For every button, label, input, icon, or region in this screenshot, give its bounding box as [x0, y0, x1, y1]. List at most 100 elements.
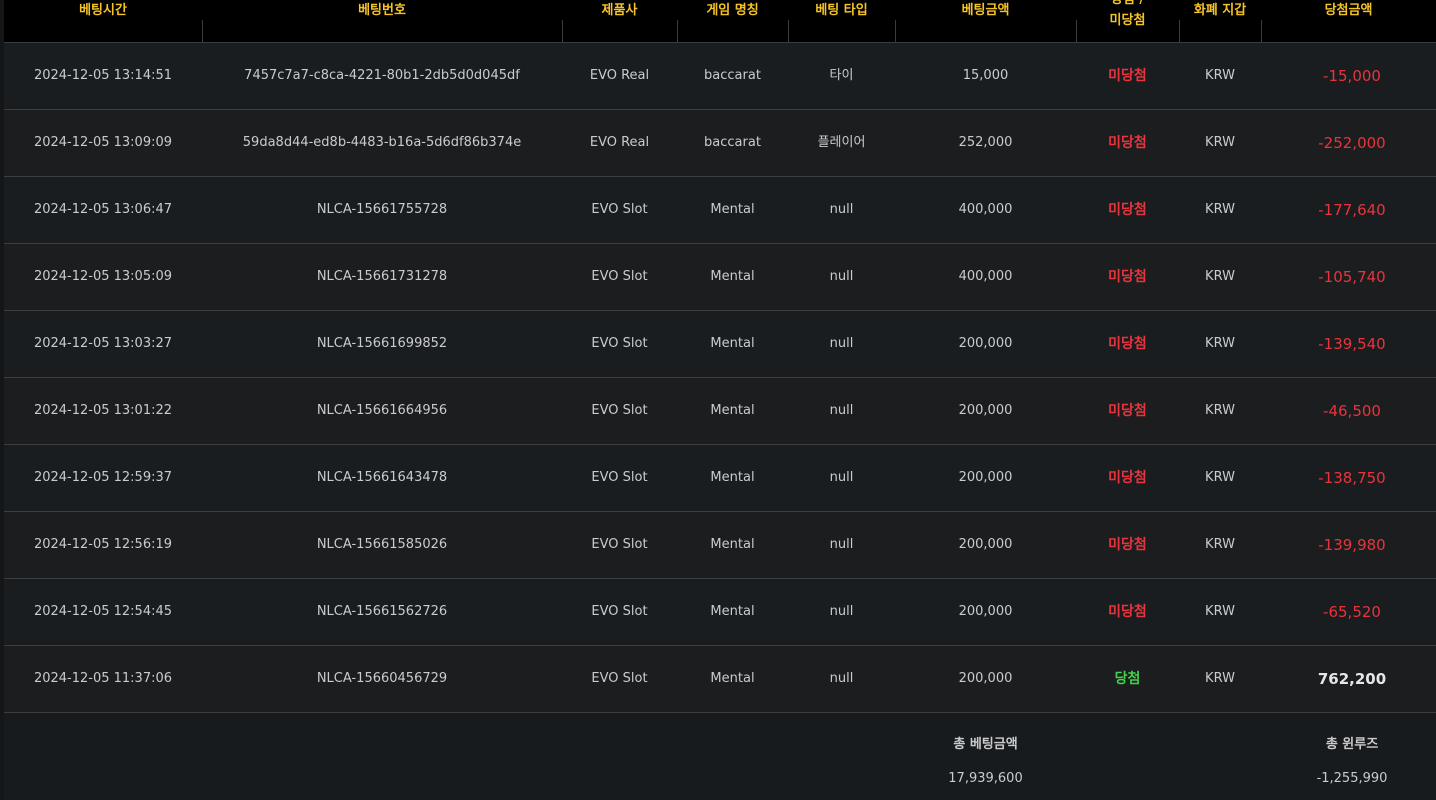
header-provider[interactable]: 제품사: [562, 0, 677, 42]
table-row[interactable]: 2024-12-05 13:03:27 NLCA-15661699852 EVO S…: [4, 311, 1436, 378]
bet-time-cell: 2024-12-05 13:09:09: [33, 135, 173, 150]
header-wallet[interactable]: 화폐 지갑: [1179, 0, 1261, 42]
header-divider: [677, 20, 678, 42]
table-row[interactable]: 2024-12-05 13:14:51 7457c7a7-c8ca-4221-80…: [4, 43, 1436, 110]
bet-number-cell: NLCA-15661643478: [316, 470, 448, 485]
provider-cell: EVO Slot: [591, 537, 648, 552]
result-cell: 미당첨: [1108, 470, 1147, 486]
bet-amount-cell: 200,000: [958, 671, 1013, 686]
bet-time-cell: 2024-12-05 13:05:09: [33, 269, 173, 284]
table-row[interactable]: 2024-12-05 13:05:09 NLCA-15661731278 EVO S…: [4, 244, 1436, 311]
bet-type-cell: null: [829, 269, 854, 284]
game-name-cell: Mental: [710, 604, 755, 619]
table-row[interactable]: 2024-12-05 12:56:19 NLCA-15661585026 EVO S…: [4, 512, 1436, 579]
header-divider: [895, 20, 896, 42]
wallet-cell: KRW: [1205, 202, 1235, 217]
table-row[interactable]: 2024-12-05 13:01:22 NLCA-15661664956 EVO S…: [4, 378, 1436, 445]
wallet-cell: KRW: [1205, 135, 1235, 150]
header-win-amount-label: 당첨금액: [1324, 3, 1373, 18]
win-amount-cell: -139,980: [1318, 536, 1386, 554]
bet-amount-cell: 200,000: [958, 336, 1013, 351]
bet-number-cell: NLCA-15661664956: [316, 403, 448, 418]
bet-amount-cell: 400,000: [958, 269, 1013, 284]
header-bet-number[interactable]: 베팅번호: [202, 0, 562, 42]
bet-amount-cell: 200,000: [958, 537, 1013, 552]
table-header: 베팅시간 베팅번호 제품사 게임 명칭 베팅 타입 베팅금액 당첨 / 미당첨 …: [4, 0, 1436, 43]
win-amount-cell: -105,740: [1318, 268, 1386, 286]
header-bet-time-label: 베팅시간: [79, 3, 127, 18]
header-provider-label: 제품사: [601, 3, 638, 18]
total-winloss-value: -1,255,990: [1316, 771, 1388, 786]
wallet-cell: KRW: [1205, 604, 1235, 619]
header-bet-time[interactable]: 베팅시간: [4, 0, 202, 42]
total-bet-value: 17,939,600: [948, 771, 1023, 786]
bet-time-cell: 2024-12-05 13:06:47: [33, 202, 173, 217]
result-cell: 미당첨: [1108, 202, 1147, 218]
game-name-cell: Mental: [710, 336, 755, 351]
bet-time-cell: 2024-12-05 12:56:19: [33, 537, 173, 552]
game-name-cell: Mental: [710, 269, 755, 284]
game-name-cell: baccarat: [704, 68, 761, 83]
bet-type-cell: null: [829, 336, 854, 351]
provider-cell: EVO Real: [589, 135, 650, 150]
win-amount-cell: -139,540: [1318, 335, 1386, 353]
provider-cell: EVO Slot: [591, 403, 648, 418]
bet-time-cell: 2024-12-05 12:59:37: [33, 470, 173, 485]
bet-number-cell: NLCA-15661585026: [316, 537, 448, 552]
provider-cell: EVO Slot: [591, 269, 648, 284]
wallet-cell: KRW: [1205, 537, 1235, 552]
header-result-bottom-label: 미당첨: [1109, 13, 1146, 28]
bet-amount-cell: 252,000: [958, 135, 1013, 150]
bet-type-cell: null: [829, 604, 854, 619]
table-row[interactable]: 2024-12-05 11:37:06 NLCA-15660456729 EVO S…: [4, 646, 1436, 713]
bet-number-cell: NLCA-15661562726: [316, 604, 448, 619]
header-bet-type[interactable]: 베팅 타입: [788, 0, 895, 42]
wallet-cell: KRW: [1205, 68, 1235, 83]
bet-number-cell: NLCA-15661731278: [316, 269, 448, 284]
win-amount-cell: -15,000: [1323, 67, 1381, 85]
header-game-name[interactable]: 게임 명칭: [677, 0, 788, 42]
header-game-name-label: 게임 명칭: [706, 3, 759, 18]
bet-type-cell: null: [829, 202, 854, 217]
bet-number-cell: NLCA-15661755728: [316, 202, 448, 217]
game-name-cell: Mental: [710, 202, 755, 217]
game-name-cell: Mental: [710, 537, 755, 552]
table-row[interactable]: 2024-12-05 13:06:47 NLCA-15661755728 EVO S…: [4, 177, 1436, 244]
wallet-cell: KRW: [1205, 470, 1235, 485]
bet-time-cell: 2024-12-05 12:54:45: [33, 604, 173, 619]
bet-type-cell: 플레이어: [817, 135, 866, 150]
betting-history-panel: 베팅시간 베팅번호 제품사 게임 명칭 베팅 타입 베팅금액 당첨 / 미당첨 …: [0, 0, 1436, 800]
total-winloss-label: 총 윈루즈: [1325, 737, 1379, 752]
bet-type-cell: null: [829, 470, 854, 485]
header-divider: [202, 20, 203, 42]
bet-time-cell: 2024-12-05 13:03:27: [33, 336, 173, 351]
table-footer: 총 베팅금액 17,939,600 총 윈루즈 -1,255,990: [4, 713, 1436, 800]
win-amount-cell: -138,750: [1318, 469, 1386, 487]
win-amount-cell: -46,500: [1323, 402, 1381, 420]
header-result-top-label: 당첨 /: [1076, 0, 1179, 8]
table-row[interactable]: 2024-12-05 12:54:45 NLCA-15661562726 EVO S…: [4, 579, 1436, 646]
result-cell: 미당첨: [1108, 135, 1147, 151]
provider-cell: EVO Real: [589, 68, 650, 83]
header-divider: [1261, 20, 1262, 42]
header-divider: [1179, 20, 1180, 42]
bet-amount-cell: 15,000: [962, 68, 1009, 83]
bet-number-cell: NLCA-15660456729: [316, 671, 448, 686]
wallet-cell: KRW: [1205, 269, 1235, 284]
header-win-amount[interactable]: 당첨금액: [1261, 0, 1436, 42]
bet-type-cell: null: [829, 403, 854, 418]
bet-number-cell: NLCA-15661699852: [316, 336, 448, 351]
table-row[interactable]: 2024-12-05 12:59:37 NLCA-15661643478 EVO S…: [4, 445, 1436, 512]
header-bet-amount[interactable]: 베팅금액: [895, 0, 1076, 42]
wallet-cell: KRW: [1205, 403, 1235, 418]
win-amount-cell: -65,520: [1323, 603, 1381, 621]
wallet-cell: KRW: [1205, 671, 1235, 686]
table-row[interactable]: 2024-12-05 13:09:09 59da8d44-ed8b-4483-b1…: [4, 110, 1436, 177]
bet-type-cell: null: [829, 537, 854, 552]
result-cell: 미당첨: [1108, 604, 1147, 620]
bet-amount-cell: 400,000: [958, 202, 1013, 217]
header-divider: [1076, 20, 1077, 42]
provider-cell: EVO Slot: [591, 336, 648, 351]
game-name-cell: baccarat: [704, 135, 761, 150]
header-result[interactable]: 당첨 / 미당첨: [1076, 0, 1179, 42]
